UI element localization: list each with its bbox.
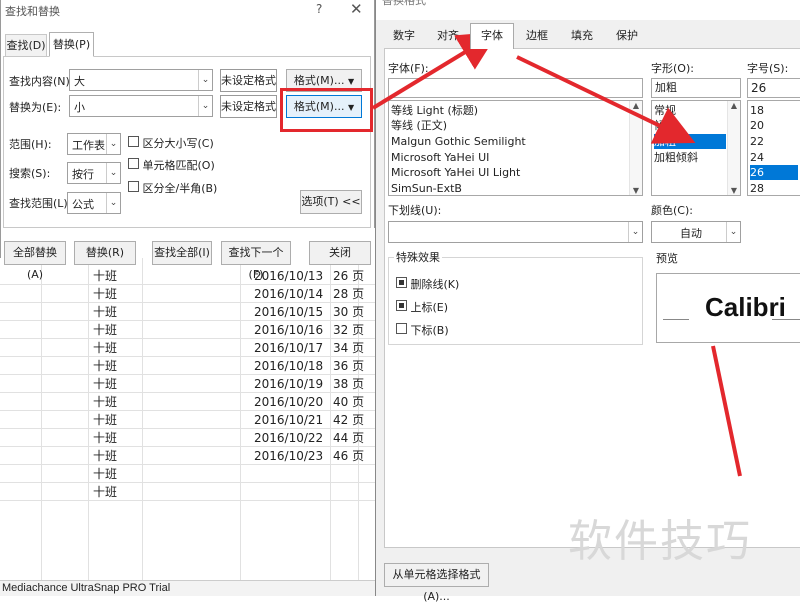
tab-replace[interactable]: 替换(P) (49, 32, 94, 57)
tab-font[interactable]: 字体 (470, 23, 514, 49)
arrow-to-bold-style (516, 55, 696, 144)
arrow-to-font-tab (371, 31, 499, 110)
arrow-to-preview (711, 345, 742, 477)
watermark-text: 软件技巧 (568, 516, 752, 567)
